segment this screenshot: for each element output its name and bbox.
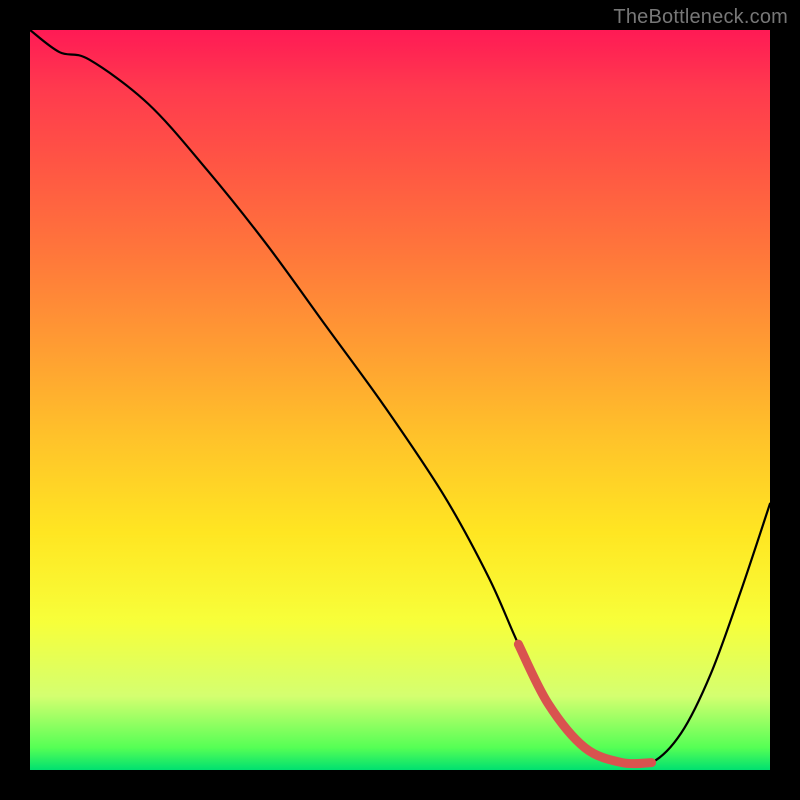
curve-layer xyxy=(30,30,770,770)
optimal-range-marker xyxy=(518,644,651,763)
chart-frame: TheBottleneck.com xyxy=(0,0,800,800)
bottleneck-curve xyxy=(30,30,770,765)
plot-area xyxy=(30,30,770,770)
watermark-text: TheBottleneck.com xyxy=(613,6,788,29)
